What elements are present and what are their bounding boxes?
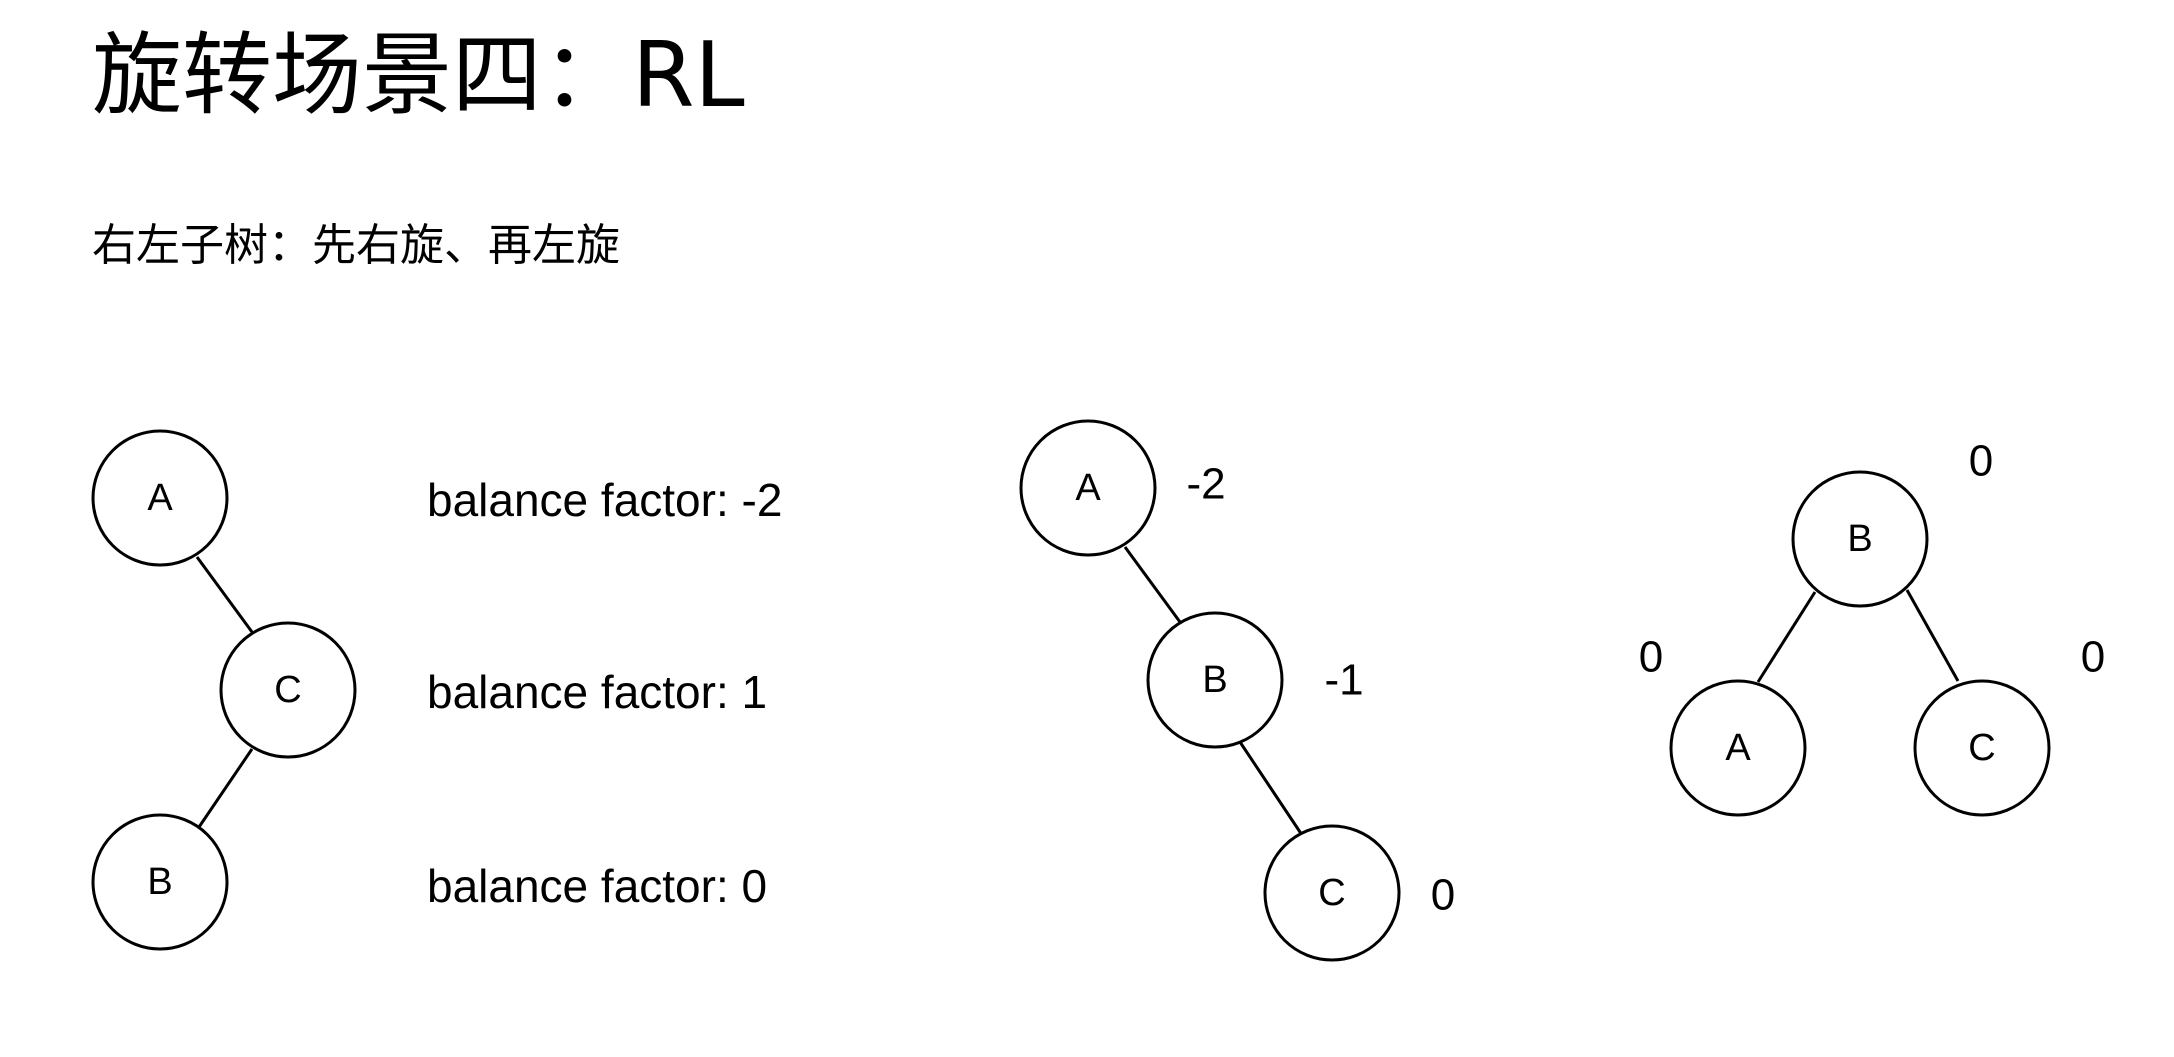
tree2-node-c: C xyxy=(1263,824,1401,962)
node-label: B xyxy=(1847,518,1872,560)
tree-original: A C B balance factor: -2 balance factor:… xyxy=(91,429,782,951)
balance-factor-a: balance factor: -2 xyxy=(427,474,782,526)
tree3-factor-b: 0 xyxy=(1969,437,1993,486)
edge-a-c xyxy=(195,556,254,633)
tree3-node-a: A xyxy=(1669,679,1807,817)
tree2-factor-c: 0 xyxy=(1431,871,1455,920)
tree-after-right-rotation: A -2 B -1 C 0 xyxy=(1019,419,1455,962)
tree-balanced: B 0 A 0 C 0 xyxy=(1639,437,2105,817)
node-label: C xyxy=(274,669,301,711)
edge-c-b xyxy=(195,748,254,831)
tree3-node-b: B xyxy=(1791,470,1929,608)
tree2-node-b: B xyxy=(1146,611,1284,749)
balance-factor-b: balance factor: 0 xyxy=(427,860,767,912)
tree3-factor-c: 0 xyxy=(2081,633,2105,682)
edge-b-a xyxy=(1756,591,1817,683)
edge-b-c xyxy=(1238,741,1304,836)
tree2-factor-b: -1 xyxy=(1324,656,1363,705)
tree2-node-a: A xyxy=(1019,419,1157,557)
edge-b-c xyxy=(1905,589,1960,682)
edge-a-b xyxy=(1123,546,1182,623)
tree2-factor-a: -2 xyxy=(1186,460,1225,509)
node-label: C xyxy=(1318,872,1345,914)
node-label: B xyxy=(147,861,172,903)
tree1-node-b: B xyxy=(91,813,229,951)
balance-factor-c: balance factor: 1 xyxy=(427,666,767,718)
tree1-node-c: C xyxy=(219,621,357,759)
tree3-factor-a: 0 xyxy=(1639,633,1663,682)
node-label: A xyxy=(147,477,173,519)
tree1-node-a: A xyxy=(91,429,229,567)
node-label: C xyxy=(1968,727,1995,769)
tree3-node-c: C xyxy=(1913,679,2051,817)
node-label: A xyxy=(1075,467,1101,509)
node-label: B xyxy=(1202,659,1227,701)
node-label: A xyxy=(1725,727,1751,769)
rotation-diagram: A C B balance factor: -2 balance factor:… xyxy=(91,419,2105,962)
